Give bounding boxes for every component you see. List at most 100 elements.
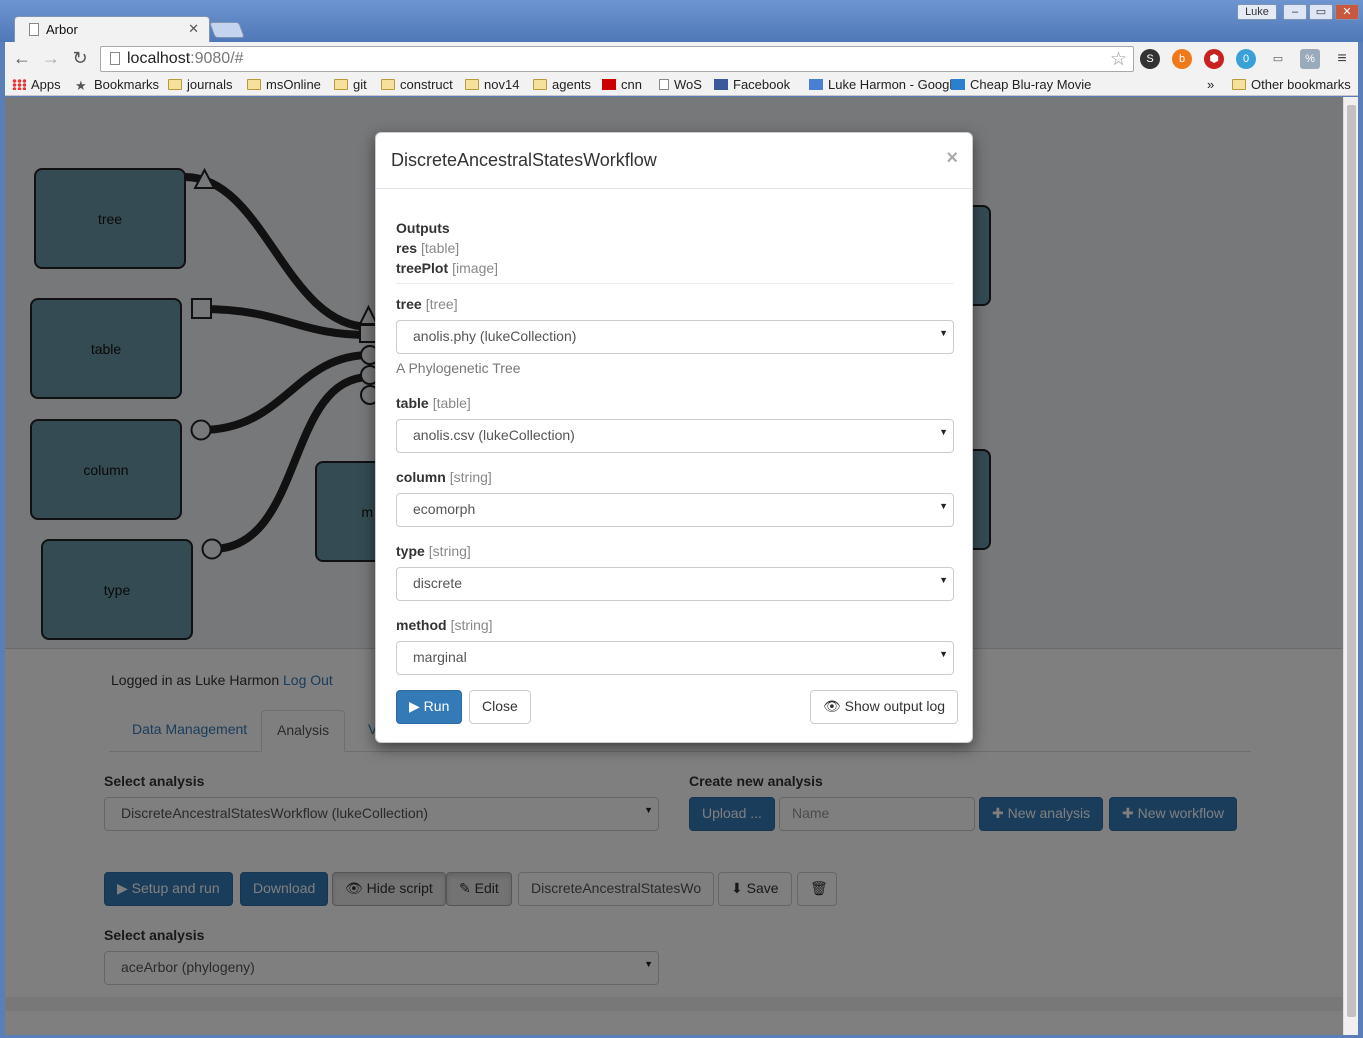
bookmark-item[interactable]: cnn — [602, 77, 642, 92]
bookmark-label: agents — [552, 77, 592, 92]
chevron-down-icon: ▼ — [939, 427, 948, 437]
bookmark-item[interactable]: journals — [168, 77, 233, 92]
column-select-value: ecomorph — [413, 501, 476, 517]
star-icon: ★ — [75, 78, 87, 93]
chevron-down-icon: ▼ — [939, 575, 948, 585]
bookmark-item[interactable]: Cheap Blu-ray Movie — [951, 77, 1091, 92]
bookmark-item[interactable]: WoS — [659, 77, 702, 92]
divider — [396, 283, 954, 284]
window-close-button[interactable]: ✕ — [1335, 4, 1359, 20]
ext-adblock-icon[interactable]: ⬢ — [1204, 49, 1224, 69]
bookmark-item[interactable]: msOnline — [247, 77, 321, 92]
new-tab-button[interactable] — [209, 22, 245, 38]
forward-icon[interactable]: → — [40, 47, 62, 69]
output-res: res [table] — [396, 240, 460, 256]
bookmark-item[interactable]: git — [334, 77, 367, 92]
reload-icon[interactable]: ↻ — [69, 47, 91, 69]
bookmark-label: Bookmarks — [94, 77, 160, 92]
bookmark-label: git — [353, 77, 367, 92]
folder-icon — [533, 79, 547, 90]
chevron-down-icon: ▼ — [939, 649, 948, 659]
bookmark-item[interactable]: ★ Bookmarks — [75, 77, 159, 94]
tree-select[interactable]: anolis.phy (lukeCollection) ▼ — [396, 320, 954, 354]
bookmark-label: Apps — [31, 77, 61, 92]
back-icon[interactable]: ← — [11, 47, 33, 69]
bookmarks-bar: » Other bookmarks Apps ★ Bookmarks journals… — [5, 76, 1358, 96]
tree-help-text: A Phylogenetic Tree — [396, 360, 521, 376]
folder-icon — [247, 79, 261, 90]
bookmark-star-icon[interactable]: ☆ — [1110, 48, 1127, 71]
bookmark-label: cnn — [621, 77, 642, 92]
address-bar[interactable]: localhost:9080/# ☆ — [100, 46, 1134, 72]
close-button[interactable]: Close — [469, 690, 531, 724]
bookmark-label: construct — [400, 77, 453, 92]
eye-icon: 👁 — [823, 698, 841, 714]
minimize-button[interactable]: – — [1283, 4, 1307, 20]
page-icon — [29, 23, 39, 36]
bookmark-item[interactable]: construct — [381, 77, 453, 92]
bookmark-label: msOnline — [266, 77, 321, 92]
modal-title: DiscreteAncestralStatesWorkflow — [391, 150, 657, 170]
input-label-tree: tree [tree] — [396, 296, 458, 312]
ext-shield-icon[interactable]: % — [1300, 49, 1320, 69]
table-select-value: anolis.csv (lukeCollection) — [413, 427, 575, 443]
tree-select-value: anolis.phy (lukeCollection) — [413, 328, 577, 344]
folder-icon — [168, 79, 182, 90]
bookmark-label: Facebook — [733, 77, 791, 92]
apps-icon — [12, 79, 26, 90]
bookmark-item[interactable]: agents — [533, 77, 591, 92]
folder-icon — [465, 79, 479, 90]
other-bookmarks[interactable]: Other bookmarks — [1232, 77, 1351, 92]
workflow-modal: DiscreteAncestralStatesWorkflow × Output… — [375, 132, 973, 743]
bookmarks-overflow-button[interactable]: » — [1207, 77, 1214, 92]
modal-close-icon[interactable]: × — [946, 147, 958, 170]
play-icon: ▶ — [409, 698, 420, 714]
title-bar: Arbor ✕ Luke – ▭ ✕ — [0, 0, 1363, 44]
folder-icon — [381, 79, 395, 90]
scrollbar-thumb[interactable] — [1347, 105, 1356, 1017]
browser-tab[interactable]: Arbor ✕ — [14, 16, 210, 44]
show-output-log-button[interactable]: 👁 Show output log — [810, 690, 959, 724]
facebook-icon — [714, 79, 728, 90]
ext-s-icon[interactable]: S — [1140, 49, 1160, 69]
type-select-value: discrete — [413, 575, 463, 591]
method-select-value: marginal — [413, 649, 467, 665]
vertical-scrollbar[interactable] — [1343, 97, 1358, 1035]
maximize-button[interactable]: ▭ — [1309, 4, 1333, 20]
cnn-icon — [602, 79, 616, 90]
folder-icon — [1232, 79, 1246, 90]
method-select[interactable]: marginal ▼ — [396, 641, 954, 675]
type-select[interactable]: discrete ▼ — [396, 567, 954, 601]
bookmark-label: journals — [187, 77, 233, 92]
browser-toolbar: ← → ↻ localhost:9080/# ☆ S b ⬢ 0 ▭ % ≡ — [5, 42, 1358, 76]
bookmark-label: WoS — [674, 77, 702, 92]
ext-b-icon[interactable]: b — [1172, 49, 1192, 69]
folder-icon — [334, 79, 348, 90]
bookmark-item[interactable]: Facebook — [714, 77, 790, 92]
output-treeplot: treePlot [image] — [396, 260, 499, 276]
menu-icon[interactable]: ≡ — [1332, 49, 1352, 69]
bookmark-item[interactable]: Apps — [12, 77, 61, 92]
column-select[interactable]: ecomorph ▼ — [396, 493, 954, 527]
bookmark-item[interactable]: Luke Harmon - Googl — [809, 77, 952, 92]
input-label-table: table [table] — [396, 395, 471, 411]
bookmark-item[interactable]: nov14 — [465, 77, 519, 92]
run-button[interactable]: ▶ Run — [396, 690, 463, 724]
blog-icon — [951, 79, 965, 90]
input-label-method: method [string] — [396, 617, 493, 633]
profile-button[interactable]: Luke — [1237, 4, 1277, 20]
outputs-label: Outputs — [396, 220, 450, 236]
page-icon — [110, 52, 120, 65]
bookmark-label: nov14 — [484, 77, 520, 92]
table-select[interactable]: anolis.csv (lukeCollection) ▼ — [396, 419, 954, 453]
modal-header: DiscreteAncestralStatesWorkflow × — [376, 133, 972, 189]
tab-close-icon[interactable]: ✕ — [188, 21, 199, 37]
scholar-icon — [809, 79, 823, 90]
tab-title: Arbor — [46, 22, 78, 37]
cast-icon[interactable]: ▭ — [1268, 49, 1288, 69]
url-text: localhost:9080/# — [127, 50, 244, 67]
input-label-column: column [string] — [396, 469, 492, 485]
page-icon — [659, 79, 669, 90]
bookmark-label: Cheap Blu-ray Movie — [970, 77, 1092, 92]
ext-ghostery-icon[interactable]: 0 — [1236, 49, 1256, 69]
